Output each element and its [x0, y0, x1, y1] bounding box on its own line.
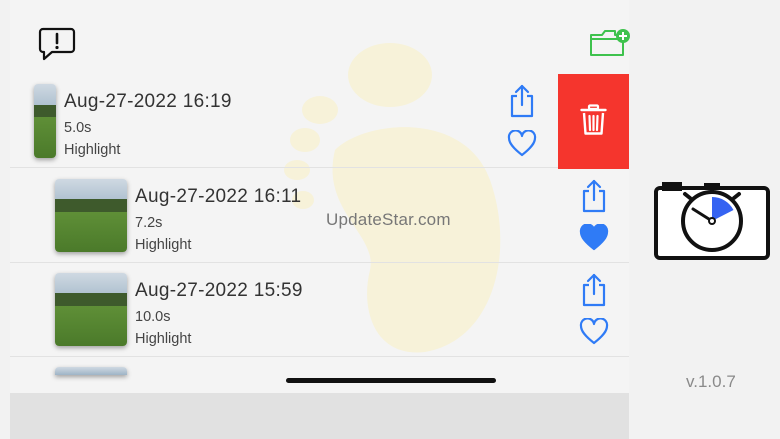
- feedback-icon[interactable]: [38, 26, 76, 62]
- list-item[interactable]: Aug-27-2022 15:59 10.0s Highlight: [10, 263, 629, 357]
- heart-icon[interactable]: [507, 130, 537, 157]
- video-thumbnail: [34, 84, 56, 158]
- video-thumbnail-partial: [55, 367, 127, 375]
- version-label: v.1.0.7: [686, 372, 736, 391]
- clip-date: Aug-27-2022 16:19: [64, 91, 232, 112]
- clip-label: Highlight: [64, 142, 121, 158]
- clip-date: Aug-27-2022 16:11: [135, 186, 302, 207]
- new-folder-icon[interactable]: [589, 27, 633, 59]
- delete-button[interactable]: [558, 74, 629, 169]
- camera-stopwatch-logo-icon: [654, 182, 770, 260]
- bottom-bar: [10, 393, 629, 439]
- share-icon[interactable]: [580, 273, 608, 307]
- heart-filled-icon[interactable]: [579, 224, 609, 251]
- trash-icon: [580, 104, 607, 135]
- clip-date: Aug-27-2022 15:59: [135, 280, 303, 301]
- clip-label: Highlight: [135, 237, 192, 253]
- video-thumbnail: [55, 179, 127, 252]
- heart-icon[interactable]: [579, 318, 609, 345]
- home-indicator: [286, 378, 496, 383]
- share-icon[interactable]: [508, 84, 536, 118]
- list-item[interactable]: Aug-27-2022 16:19 5.0s Highlight: [10, 74, 558, 168]
- list-item[interactable]: Aug-27-2022 16:11 7.2s Highlight: [10, 169, 629, 263]
- clip-label: Highlight: [135, 331, 192, 347]
- clip-duration: 7.2s: [135, 215, 163, 231]
- video-thumbnail: [55, 273, 127, 346]
- clip-duration: 5.0s: [64, 120, 92, 136]
- share-icon[interactable]: [580, 179, 608, 213]
- clip-duration: 10.0s: [135, 309, 171, 325]
